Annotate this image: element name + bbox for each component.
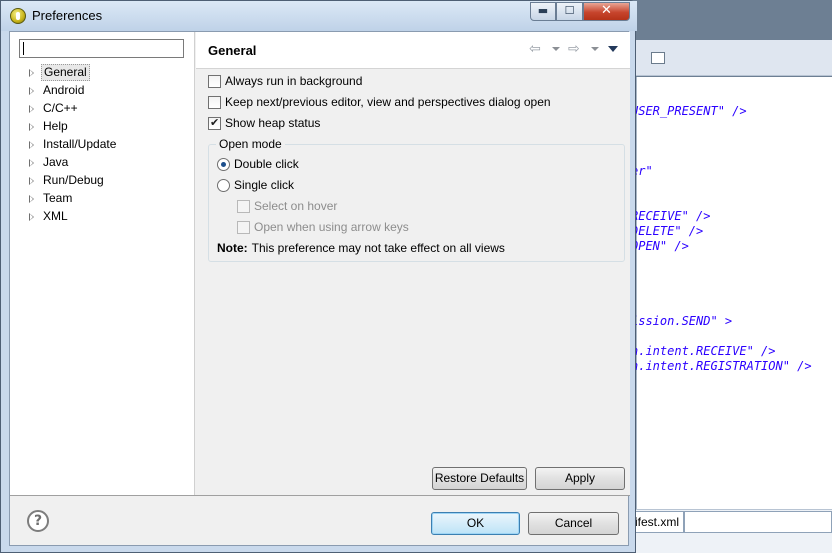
tree-item-label: Android: [43, 83, 85, 97]
checkbox-label: Keep next/previous editor, view and pers…: [225, 95, 551, 109]
preferences-dialog: Preferences ▬ ☐ ✕ General Android C/C++: [0, 0, 637, 553]
back-history-dropdown-icon[interactable]: [552, 47, 560, 51]
preferences-tree: General Android C/C++ Help Install/Updat…: [10, 63, 194, 225]
tree-item-android[interactable]: Android: [10, 81, 194, 99]
preference-page: General ⇦ ⇨ Always run in background Kee…: [196, 32, 630, 495]
close-button[interactable]: ✕: [583, 2, 630, 21]
checkbox-label: Select on hover: [254, 199, 338, 213]
tree-item-label: General: [41, 64, 90, 81]
tree-item-label: XML: [43, 209, 68, 223]
note-text: This preference may not take effect on a…: [251, 241, 505, 255]
radio-button[interactable]: [217, 158, 230, 171]
checkbox-box[interactable]: [208, 96, 221, 109]
tree-item-label: Java: [43, 155, 69, 169]
page-title: General: [208, 43, 257, 58]
tree-item-team[interactable]: Team: [10, 189, 194, 207]
dialog-title: Preferences: [32, 8, 103, 23]
restore-defaults-button[interactable]: Restore Defaults: [432, 467, 527, 490]
forward-arrow-icon[interactable]: ⇨: [568, 41, 580, 57]
checkbox-box[interactable]: [237, 221, 250, 234]
radio-button[interactable]: [217, 179, 230, 192]
tree-item-help[interactable]: Help: [10, 117, 194, 135]
footer-separator: [10, 495, 630, 496]
dialog-titlebar[interactable]: Preferences ▬ ☐ ✕: [1, 1, 637, 31]
open-mode-note: Note: This preference may not take effect…: [217, 241, 505, 255]
view-menu-icon[interactable]: [608, 46, 618, 52]
tree-item-label: Install/Update: [43, 137, 117, 151]
radio-label: Single click: [234, 178, 295, 192]
checkbox-label: Always run in background: [225, 74, 363, 88]
apply-button[interactable]: Apply: [535, 467, 625, 490]
expand-arrow-icon[interactable]: [29, 213, 34, 221]
editor-tab-next[interactable]: [684, 511, 832, 533]
xml-editor[interactable]: USER_PRESENT" /> er" RECEIVE" /> DELETE"…: [631, 77, 832, 509]
note-label: Note:: [217, 241, 248, 255]
expand-arrow-icon[interactable]: [29, 141, 34, 149]
tree-item-java[interactable]: Java: [10, 153, 194, 171]
forward-history-dropdown-icon[interactable]: [591, 47, 599, 51]
tree-item-xml[interactable]: XML: [10, 207, 194, 225]
minimize-button[interactable]: ▬: [530, 2, 556, 21]
tree-item-run-debug[interactable]: Run/Debug: [10, 171, 194, 189]
workbench-toolbar: [636, 40, 832, 76]
radio-label: Double click: [234, 157, 299, 171]
checkbox-box[interactable]: [237, 200, 250, 213]
checkbox-label: Show heap status: [225, 116, 321, 130]
tree-item-label: Run/Debug: [43, 173, 104, 187]
help-icon[interactable]: ?: [27, 510, 49, 532]
expand-arrow-icon[interactable]: [29, 159, 34, 167]
expand-arrow-icon[interactable]: [29, 177, 34, 185]
code-line: USER_PRESENT" />: [631, 104, 747, 118]
checkbox-label: Open when using arrow keys: [254, 220, 409, 234]
preferences-tree-panel: General Android C/C++ Help Install/Updat…: [10, 32, 195, 495]
checkbox-box[interactable]: [208, 116, 221, 131]
page-header: General ⇦ ⇨: [196, 32, 630, 69]
code-line: ission.SEND" >: [631, 314, 733, 328]
expand-arrow-icon[interactable]: [29, 195, 34, 203]
tree-item-label: Help: [43, 119, 68, 133]
code-line: n.intent.RECEIVE" />: [631, 344, 776, 358]
code-line: n.intent.REGISTRATION" />: [631, 359, 812, 373]
tree-item-cpp[interactable]: C/C++: [10, 99, 194, 117]
cancel-button[interactable]: Cancel: [528, 512, 619, 535]
expand-arrow-icon[interactable]: [29, 123, 34, 131]
maximize-button[interactable]: ☐: [556, 2, 583, 21]
expand-arrow-icon[interactable]: [29, 69, 34, 77]
ok-button[interactable]: OK: [431, 512, 520, 535]
back-arrow-icon[interactable]: ⇦: [529, 41, 541, 57]
editor-tab-manifest[interactable]: ifest.xml: [633, 511, 684, 533]
tree-item-install-update[interactable]: Install/Update: [10, 135, 194, 153]
code-line: OPEN" />: [631, 239, 689, 253]
expand-arrow-icon[interactable]: [29, 87, 34, 95]
code-line: DELETE" />: [631, 224, 704, 238]
toolbar-window-icon[interactable]: [651, 52, 665, 64]
code-line: RECEIVE" />: [631, 209, 711, 223]
group-title: Open mode: [216, 137, 285, 151]
tree-item-label: C/C++: [43, 101, 78, 115]
tree-item-general[interactable]: General: [10, 63, 194, 81]
tree-item-label: Team: [43, 191, 73, 205]
open-mode-group: Open mode Double click Single click Sele…: [208, 137, 625, 262]
dialog-client-area: General Android C/C++ Help Install/Updat…: [9, 31, 630, 546]
expand-arrow-icon[interactable]: [29, 105, 34, 113]
eclipse-app-icon: [10, 8, 26, 24]
checkbox-box[interactable]: [208, 75, 221, 88]
filter-input[interactable]: [19, 39, 184, 58]
